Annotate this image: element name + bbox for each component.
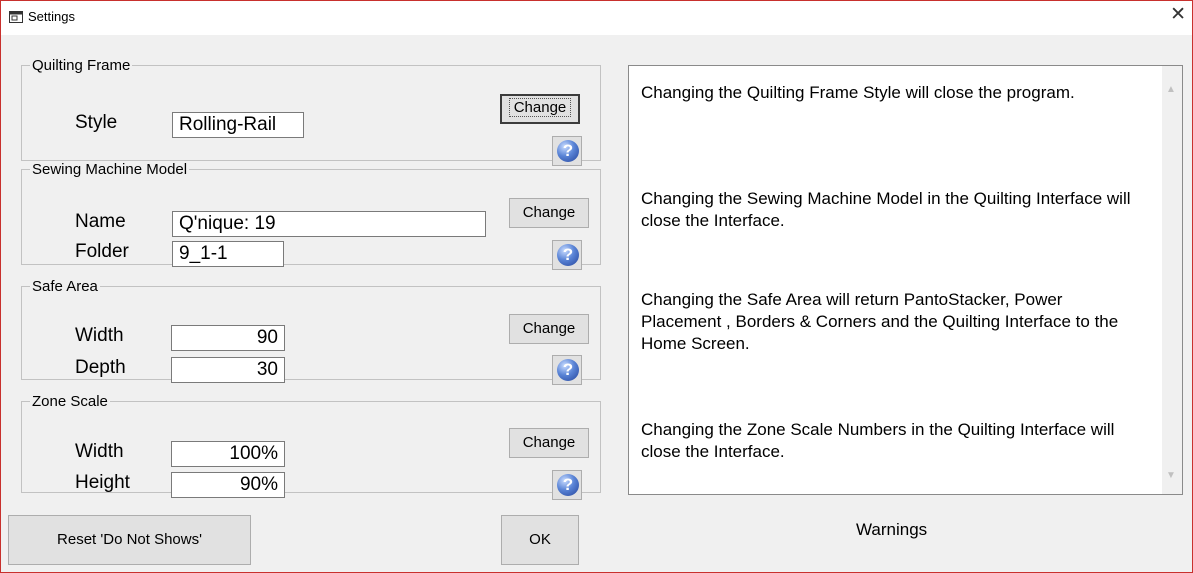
window-title: Settings bbox=[28, 9, 75, 24]
depth-value: 30 bbox=[171, 357, 285, 383]
title-bar: Settings ✕ bbox=[1, 1, 1192, 35]
settings-window: Settings ✕ Quilting Frame Style Rolling-… bbox=[0, 0, 1193, 573]
safe-area-width-label: Width bbox=[75, 325, 124, 346]
quilting-frame-group: Quilting Frame Style Rolling-Rail Change… bbox=[21, 57, 601, 166]
close-icon[interactable]: ✕ bbox=[1170, 5, 1186, 25]
zone-scale-width-value: 100% bbox=[171, 441, 285, 467]
warning-zone-scale: Changing the Zone Scale Numbers in the Q… bbox=[641, 420, 1115, 461]
zone-scale-width-label: Width bbox=[75, 441, 124, 462]
name-label: Name bbox=[75, 211, 126, 232]
quilting-frame-change-button[interactable]: Change bbox=[500, 94, 580, 124]
height-label: Height bbox=[75, 472, 130, 493]
sewing-machine-help-button[interactable]: ? bbox=[552, 240, 582, 270]
warnings-label: Warnings bbox=[856, 520, 928, 539]
help-icon: ? bbox=[557, 359, 579, 381]
safe-area-width-value: 90 bbox=[171, 325, 285, 351]
sewing-machine-legend: Sewing Machine Model bbox=[32, 161, 188, 178]
folder-label: Folder bbox=[75, 241, 129, 262]
depth-label: Depth bbox=[75, 357, 126, 378]
warnings-scrollbar[interactable]: ▲ ▼ bbox=[1162, 66, 1182, 494]
warnings-panel[interactable]: Changing the Quilting Frame Style will c… bbox=[628, 65, 1183, 495]
sewing-machine-change-button[interactable]: Change bbox=[509, 198, 589, 228]
warning-sewing-machine: Changing the Sewing Machine Model in the… bbox=[641, 189, 1131, 230]
warning-quilting-frame: Changing the Quilting Frame Style will c… bbox=[641, 83, 1075, 102]
safe-area-change-button[interactable]: Change bbox=[509, 314, 589, 344]
zone-scale-help-button[interactable]: ? bbox=[552, 470, 582, 500]
safe-area-legend: Safe Area bbox=[32, 278, 98, 295]
change-button-label: Change bbox=[508, 98, 572, 117]
zone-scale-change-button[interactable]: Change bbox=[509, 428, 589, 458]
reset-do-not-shows-button[interactable]: Reset 'Do Not Shows' bbox=[8, 515, 251, 565]
help-icon: ? bbox=[557, 244, 579, 266]
style-label: Style bbox=[75, 112, 118, 133]
chevron-down-icon[interactable]: ▼ bbox=[1166, 470, 1176, 481]
zone-scale-group: Zone Scale Width 100% Height 90% Change … bbox=[21, 393, 601, 500]
warning-safe-area: Changing the Safe Area will return Panto… bbox=[641, 290, 1119, 353]
ok-button[interactable]: OK bbox=[501, 515, 579, 565]
help-icon: ? bbox=[557, 474, 579, 496]
height-value: 90% bbox=[171, 472, 285, 498]
folder-value: 9_1-1 bbox=[172, 241, 284, 267]
sewing-machine-group: Sewing Machine Model Name Q'nique: 19 Fo… bbox=[21, 161, 601, 270]
style-value: Rolling-Rail bbox=[172, 112, 304, 138]
safe-area-group: Safe Area Width 90 Depth 30 Change ? bbox=[21, 278, 601, 385]
window-icon bbox=[9, 11, 23, 23]
safe-area-help-button[interactable]: ? bbox=[552, 355, 582, 385]
name-value: Q'nique: 19 bbox=[172, 211, 486, 237]
zone-scale-legend: Zone Scale bbox=[32, 393, 108, 410]
help-icon: ? bbox=[557, 140, 579, 162]
chevron-up-icon[interactable]: ▲ bbox=[1166, 84, 1176, 95]
quilting-frame-legend: Quilting Frame bbox=[32, 57, 131, 74]
